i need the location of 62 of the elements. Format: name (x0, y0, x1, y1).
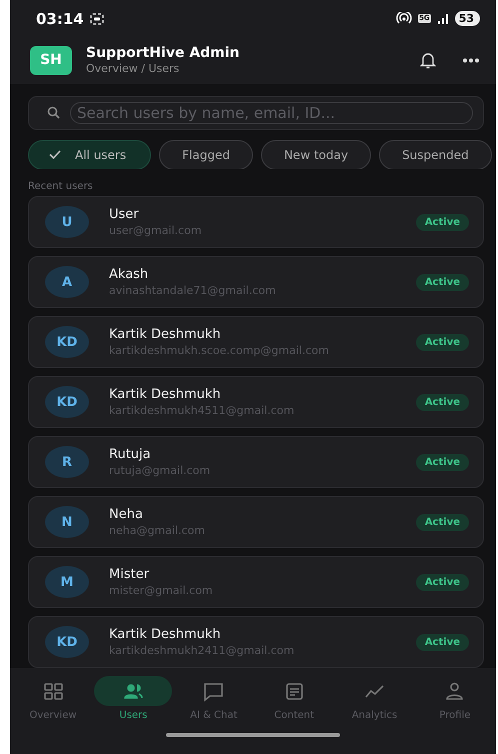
status-badge: Active (416, 634, 469, 651)
filter-chip[interactable]: Suspended (379, 140, 492, 170)
user-card[interactable]: A Akash avinashtandale71@gmail.com Active (28, 256, 484, 308)
user-card[interactable]: KD Kartik Deshmukh kartikdeshmukh2411@gmail.com Active (28, 616, 484, 668)
user-card[interactable]: KD Kartik Deshmukh kartikdeshmukh.scoe.comp@gmail.com Active (28, 316, 484, 368)
status-badge: Active (416, 574, 469, 591)
user-email: kartikdeshmukh4511@gmail.com (109, 403, 296, 418)
breadcrumb: Overview / Users (86, 62, 180, 76)
notification-bell-icon[interactable] (420, 52, 436, 69)
hotspot-icon (396, 12, 412, 26)
user-email: kartikdeshmukh2411@gmail.com (109, 643, 296, 658)
user-card[interactable]: U User user@gmail.com Active (28, 196, 484, 248)
status-badge: Active (416, 274, 469, 291)
user-email: user@gmail.com (109, 223, 203, 238)
user-avatar: KD (45, 626, 89, 658)
user-name: Rutuja (109, 446, 152, 464)
filter-chip[interactable]: Flagged (159, 140, 253, 170)
user-card[interactable]: KD Kartik Deshmukh kartikdeshmukh4511@gmail.com Active (28, 376, 484, 428)
user-name: Mister (109, 566, 150, 584)
more-options-icon[interactable] (462, 58, 480, 63)
battery-indicator: 53 (454, 11, 480, 26)
search-icon (47, 106, 60, 120)
user-name: Kartik Deshmukh (109, 626, 222, 644)
filter-chip[interactable]: All users (28, 140, 152, 170)
user-avatar: U (45, 206, 89, 238)
app-title: SupportHive Admin (86, 45, 241, 62)
status-badge: Active (416, 514, 469, 531)
user-card[interactable]: N Neha neha@gmail.com Active (28, 496, 484, 548)
signal-icon (436, 14, 449, 24)
user-card[interactable]: R Rutuja rutuja@gmail.com Active (28, 436, 484, 488)
user-email: mister@gmail.com (109, 583, 214, 598)
user-name: Neha (109, 506, 144, 524)
user-avatar: N (45, 506, 89, 538)
user-name: Kartik Deshmukh (109, 386, 222, 404)
status-badge: Active (416, 394, 469, 411)
status-badge: Active (416, 334, 469, 351)
app-logo: SH (30, 46, 72, 75)
user-email: neha@gmail.com (109, 523, 206, 538)
section-title: Recent users (28, 181, 93, 192)
user-card[interactable]: M Mister mister@gmail.com Active (28, 556, 484, 608)
user-email: avinashtandale71@gmail.com (109, 283, 277, 298)
search-field[interactable]: Search users by name, email, ID... (70, 102, 473, 124)
screen-record-icon (90, 12, 104, 25)
user-email: kartikdeshmukh.scoe.comp@gmail.com (109, 343, 330, 358)
user-name: Kartik Deshmukh (109, 326, 222, 344)
clock: 03:14 (36, 10, 84, 28)
person-icon (444, 680, 466, 702)
user-email: rutuja@gmail.com (109, 463, 212, 478)
check-icon (49, 150, 61, 160)
document-icon (284, 680, 305, 702)
status-badge: Active (416, 214, 469, 231)
user-avatar: R (45, 446, 89, 478)
user-avatar: KD (45, 386, 89, 418)
status-badge: Active (416, 454, 469, 471)
filter-chip[interactable]: New today (260, 140, 372, 170)
user-name: Akash (109, 266, 150, 284)
user-avatar: KD (45, 326, 89, 358)
user-avatar: M (45, 566, 89, 598)
chat-bubble-icon (203, 680, 224, 702)
user-avatar: A (45, 266, 89, 298)
grid-icon (42, 680, 64, 702)
user-name: User (109, 206, 140, 224)
